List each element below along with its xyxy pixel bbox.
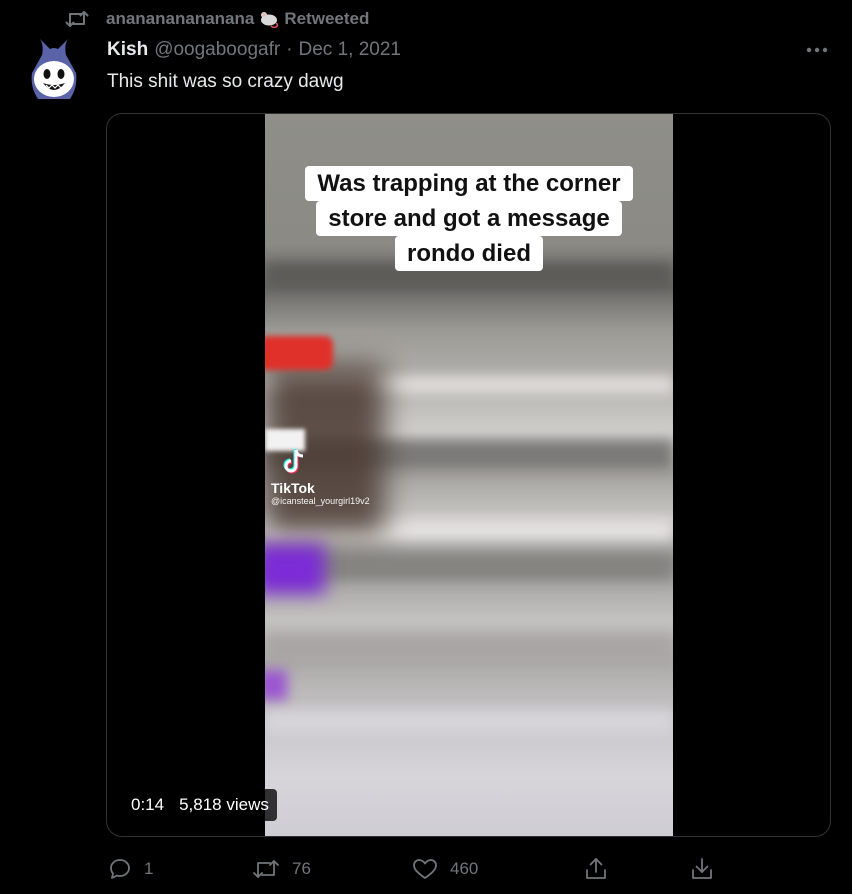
video-frame[interactable]: Was trapping at the corner store and got… [265,114,673,836]
tweet[interactable]: ananananananana Retweeted Kish @oogaboog… [0,0,852,894]
share-icon [586,858,606,879]
retweet-count: 76 [292,859,311,878]
share-button[interactable] [584,852,608,886]
download-icon [692,858,712,879]
author-name[interactable]: Kish [107,39,148,61]
more-icon[interactable] [802,36,832,64]
avatar[interactable] [26,37,82,103]
like-button[interactable]: 460 [412,852,478,886]
tiktok-username: @icansteal_yourgirl19v2 [271,496,370,506]
retweet-context[interactable]: ananananananana Retweeted [64,6,369,32]
tiktok-watermark: TikTok @icansteal_yourgirl19v2 [271,446,370,507]
reply-button[interactable]: 1 [108,852,153,886]
like-count: 460 [450,859,479,878]
download-button[interactable] [690,852,714,886]
caption-line: rondo died [395,236,543,271]
retweeted-label: Retweeted [284,9,370,28]
tweet-header: Kish @oogaboogafr · Dec 1, 2021 [107,37,401,63]
tweet-date[interactable]: Dec 1, 2021 [299,39,401,61]
reply-count: 1 [144,859,154,878]
tiktok-icon [283,449,304,474]
separator-dot: · [286,39,293,60]
video-duration: 0:14 [131,795,165,814]
tiktok-brand: TikTok [271,480,315,496]
reply-icon [110,859,130,879]
retweet-icon [64,6,90,32]
heart-icon [413,859,437,879]
caption-line: Was trapping at the corner [305,166,633,201]
retweet-icon [253,860,279,878]
video-stats: 0:14 5,818 views [123,789,277,821]
retweeter-name[interactable]: ananananananana [106,9,254,29]
video-caption: Was trapping at the corner store and got… [265,166,673,271]
caption-line: store and got a message [316,201,622,236]
tweet-text: This shit was so crazy dawg [107,71,344,92]
view-count: 5,818 views [179,795,269,814]
retweet-button[interactable]: 76 [252,852,311,886]
action-bar: 1 76 460 [106,852,726,886]
mouse-icon [258,10,280,28]
video-player[interactable]: Was trapping at the corner store and got… [106,113,831,837]
author-handle[interactable]: @oogaboogafr [154,39,280,61]
